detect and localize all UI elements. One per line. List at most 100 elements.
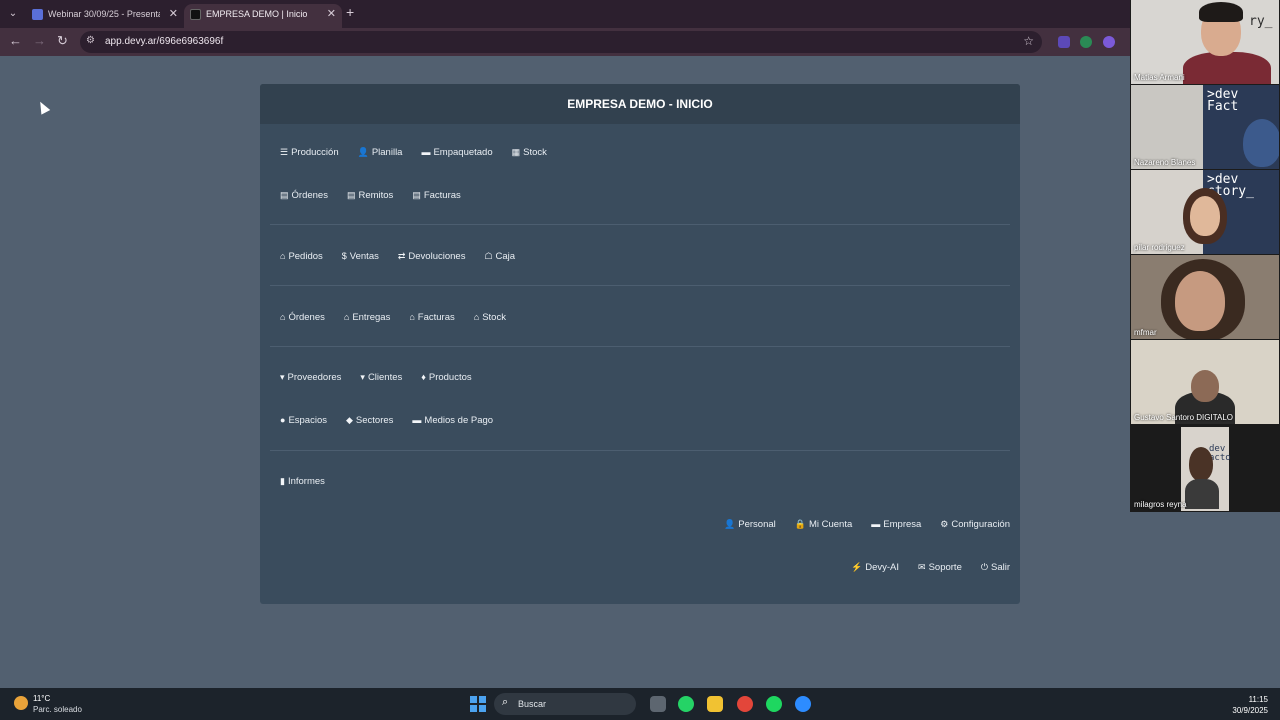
address-bar[interactable]: ⚙ app.devy.ar/696e6963696f ☆: [80, 31, 1042, 53]
footer-links: ⚡ Devy-AI ✉ Soporte ⏻ Salir: [832, 559, 1010, 575]
menu-row-compras: ⌂ Órdenes ⌂ Entregas ⌂ Facturas ⌂ Stock: [280, 309, 525, 325]
menu-link-configuracion[interactable]: ⚙ Configuración: [940, 516, 1010, 532]
whatsapp-icon[interactable]: [678, 696, 694, 712]
participant-tile[interactable]: >dev Fact Nazareno Blanes: [1131, 85, 1279, 169]
menu-link-ordenes-compra[interactable]: ⌂ Órdenes: [280, 309, 325, 325]
participant-tile[interactable]: mfmar: [1131, 255, 1279, 339]
menu-link-devy-ai[interactable]: ⚡ Devy-AI: [851, 559, 899, 575]
weather-temperature[interactable]: 11°C: [33, 694, 50, 703]
person-face: [1175, 271, 1225, 331]
menu-link-empaquetado[interactable]: ▬ Empaquetado: [421, 144, 492, 160]
browser-tab-webinar[interactable]: Webinar 30/09/25 - Presentación ✕: [26, 4, 184, 28]
participant-tile[interactable]: Gustavo Santoro DIGITALO: [1131, 340, 1279, 424]
bulb-icon: ♦: [421, 372, 426, 382]
menu-link-informes[interactable]: ▮ Informes: [280, 473, 325, 489]
participant-tile[interactable]: ry_ Matias Armani: [1131, 0, 1279, 84]
gear-icon: ⚙: [940, 518, 949, 529]
menu-link-ordenes[interactable]: ▤ Órdenes: [280, 187, 328, 203]
menu-link-stock-compra[interactable]: ⌂ Stock: [474, 309, 506, 325]
search-placeholder: Buscar: [518, 699, 547, 709]
task-view-icon[interactable]: [650, 696, 666, 712]
system-clock[interactable]: 11:15 30/9/2025: [1232, 694, 1268, 716]
home-icon: ⌂: [409, 312, 415, 322]
menu-link-productos[interactable]: ♦ Productos: [421, 369, 471, 385]
forward-icon[interactable]: →: [33, 33, 46, 48]
menu-link-facturas-compra[interactable]: ⌂ Facturas: [409, 309, 454, 325]
address-url[interactable]: app.devy.ar/696e6963696f: [105, 36, 223, 47]
map-marker-icon: ●: [280, 415, 286, 425]
menu-row-documentos: ▤ Órdenes ▤ Remitos ▤ Facturas: [280, 187, 480, 203]
person-silhouette: [1243, 119, 1279, 167]
menu-link-salir[interactable]: ⏻ Salir: [981, 559, 1010, 575]
bookmark-star-icon[interactable]: ☆: [1023, 34, 1034, 48]
background-text: >dev Fact: [1207, 87, 1239, 114]
menu-link-ventas[interactable]: $ Ventas: [342, 248, 379, 264]
menu-link-proveedores[interactable]: ▾ Proveedores: [280, 369, 341, 385]
tab-title: Webinar 30/09/25 - Presentación: [48, 9, 160, 19]
menu-link-entregas[interactable]: ⌂ Entregas: [344, 309, 390, 325]
browser-tab-empresa[interactable]: EMPRESA DEMO | Inicio ✕: [184, 4, 342, 28]
person-hair: [1199, 2, 1243, 22]
participant-name: Nazareno Blanes: [1134, 158, 1196, 167]
divider: [270, 285, 1010, 286]
envelope-icon: ✉: [918, 561, 926, 572]
menu-link-stock[interactable]: ▦ Stock: [512, 144, 547, 160]
zoom-icon[interactable]: [795, 696, 811, 712]
menu-link-empresa[interactable]: ▬ Empresa: [871, 516, 921, 532]
close-icon[interactable]: ✕: [169, 7, 178, 20]
menu-link-planilla[interactable]: 👤 Planilla: [358, 144, 403, 160]
menu-link-medios-de-pago[interactable]: ▬ Medios de Pago: [412, 412, 493, 428]
menu-link-mi-cuenta[interactable]: 🔒 Mi Cuenta: [795, 516, 853, 532]
menu-link-soporte[interactable]: ✉ Soporte: [918, 559, 962, 575]
extension-icon[interactable]: [1103, 36, 1115, 48]
mouse-cursor-icon: [35, 99, 51, 115]
signal-icon: ▮: [280, 475, 285, 486]
menu-row-produccion: ☰ Producción 👤 Planilla ▬ Empaquetado ▦ Stoc…: [280, 144, 566, 160]
weather-condition[interactable]: Parc. soleado: [33, 705, 82, 714]
windows-start-icon[interactable]: [470, 696, 486, 712]
chrome-icon[interactable]: [737, 696, 753, 712]
participant-tile[interactable]: dev acto milagros reyna: [1131, 427, 1279, 511]
divider: [270, 224, 1010, 225]
tab-search-icon[interactable]: ⌄: [4, 5, 22, 23]
weather-icon[interactable]: [14, 696, 28, 710]
menu-row-maestros: ▾ Proveedores ▾ Clientes ♦ Productos: [280, 369, 491, 385]
menu-link-clientes[interactable]: ▾ Clientes: [360, 369, 402, 385]
new-tab-icon[interactable]: +: [346, 4, 354, 20]
back-icon[interactable]: ←: [9, 33, 22, 48]
menu-link-remitos[interactable]: ▤ Remitos: [347, 187, 393, 203]
cart-icon: ▾: [280, 371, 285, 382]
extension-icon[interactable]: [1058, 36, 1070, 48]
menu-link-sectores[interactable]: ◆ Sectores: [346, 412, 393, 428]
retweet-icon: ⇄: [397, 250, 406, 261]
menu-link-produccion[interactable]: ☰ Producción: [280, 144, 339, 160]
extension-icon[interactable]: [1080, 36, 1092, 48]
spotify-icon[interactable]: [766, 696, 782, 712]
windows-taskbar: 11°C Parc. soleado ⌕ Buscar 11:15 30/9/2…: [0, 688, 1280, 720]
menu-link-devoluciones[interactable]: ⇄ Devoluciones: [398, 248, 466, 264]
person-face: [1190, 196, 1220, 236]
menu-link-facturas[interactable]: ▤ Facturas: [412, 187, 460, 203]
home-menu-panel: EMPRESA DEMO - INICIO ☰ Producción 👤 Plani…: [260, 84, 1020, 604]
reload-icon[interactable]: ↻: [57, 33, 68, 49]
participant-name: milagros reyna: [1134, 500, 1187, 509]
participant-name: Gustavo Santoro DIGITALO: [1134, 413, 1234, 422]
credit-card-icon: ▬: [412, 415, 422, 425]
document-icon: ▤: [280, 189, 289, 200]
menu-link-personal[interactable]: 👤 Personal: [724, 516, 776, 532]
menu-row-ventas: ⌂ Pedidos $ Ventas ⇄ Devoluciones ☖ Caja: [280, 248, 534, 264]
divider: [270, 346, 1010, 347]
person-face: [1191, 370, 1219, 402]
participant-tile[interactable]: >dev ctory_ pilar rodriguez: [1131, 170, 1279, 254]
menu-link-espacios[interactable]: ● Espacios: [280, 412, 327, 428]
divider: [270, 450, 1010, 451]
menu-link-caja[interactable]: ☖ Caja: [484, 248, 515, 264]
briefcase-icon: ▬: [871, 519, 881, 529]
background-text: ry_: [1249, 14, 1273, 29]
box-icon: ▬: [421, 147, 431, 157]
site-info-icon[interactable]: ⚙: [86, 35, 95, 46]
menu-link-pedidos[interactable]: ⌂ Pedidos: [280, 248, 323, 264]
close-icon[interactable]: ✕: [327, 7, 336, 20]
taskbar-search[interactable]: ⌕ Buscar: [494, 693, 636, 715]
file-explorer-icon[interactable]: [707, 696, 723, 712]
